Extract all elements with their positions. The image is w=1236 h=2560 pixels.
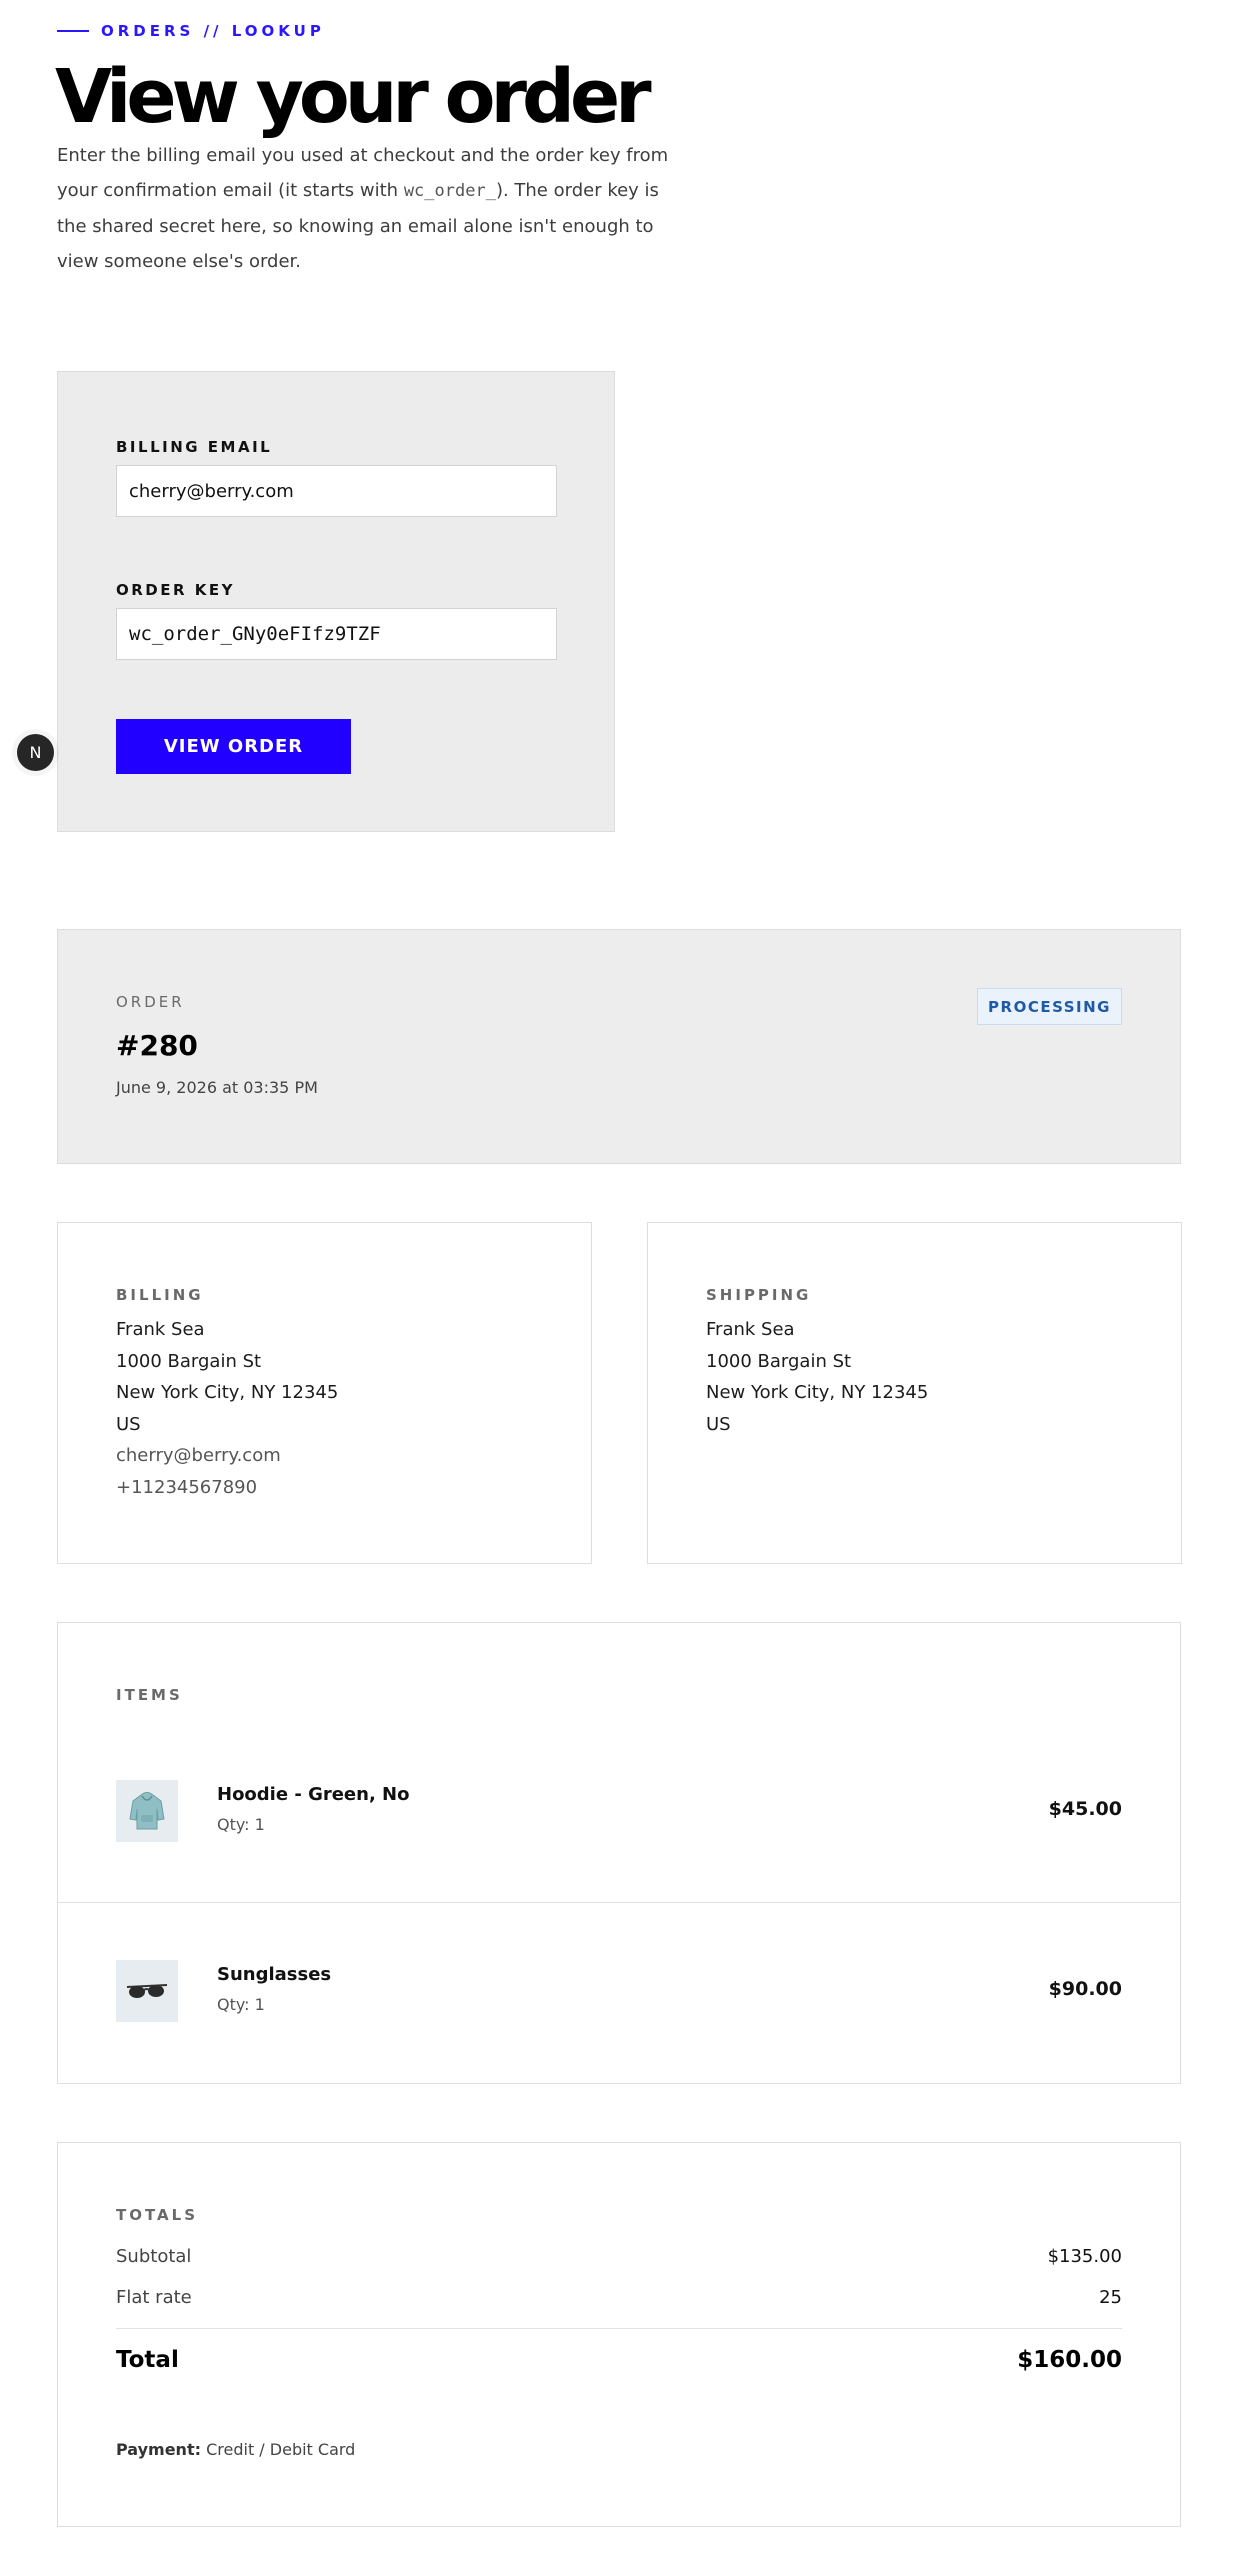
billing-heading: BILLING xyxy=(116,1286,204,1304)
shipping-heading: SHIPPING xyxy=(706,1286,812,1304)
items-card: ITEMS Hoodie - Green, No Qty: 1 $45.00 S… xyxy=(57,1622,1181,2084)
intro-code: wc_order_ xyxy=(403,181,496,201)
list-item: Hoodie - Green, No Qty: 1 $45.00 xyxy=(58,1723,1180,1903)
dev-tools-badge[interactable]: N xyxy=(17,734,54,771)
eyebrow-line xyxy=(57,30,89,32)
totals-divider xyxy=(116,2328,1122,2329)
order-label: ORDER xyxy=(116,993,185,1011)
lookup-form: BILLING EMAIL cherry@berry.com ORDER KEY… xyxy=(57,371,615,832)
hoodie-icon xyxy=(116,1780,178,1842)
item-name: Sunglasses xyxy=(217,1964,332,1985)
billing-address-card: BILLING Frank Sea 1000 Bargain St New Yo… xyxy=(57,1222,592,1564)
billing-name: Frank Sea xyxy=(116,1319,205,1340)
email-field[interactable]: cherry@berry.com xyxy=(116,465,557,517)
shipping-country: US xyxy=(706,1413,731,1435)
email-label: BILLING EMAIL xyxy=(116,438,273,456)
status-badge: PROCESSING xyxy=(977,988,1122,1025)
item-qty: Qty: 1 xyxy=(217,1995,265,2014)
subtotal-label: Subtotal xyxy=(116,2246,192,2267)
sunglasses-icon-svg xyxy=(126,1984,168,1998)
items-heading: ITEMS xyxy=(116,1686,183,1704)
billing-city: New York City, NY 12345 xyxy=(116,1382,339,1403)
subtotal-value: $135.00 xyxy=(1047,2246,1122,2267)
billing-street: 1000 Bargain St xyxy=(116,1350,262,1372)
shipping-address: Frank Sea 1000 Bargain St New York City,… xyxy=(706,1314,928,1440)
totals-card: TOTALS Subtotal $135.00 Flat rate 25 Tot… xyxy=(57,2142,1181,2527)
eyebrow-text: ORDERS // LOOKUP xyxy=(101,22,325,40)
dev-badge-letter: N xyxy=(29,743,42,762)
order-number: #280 xyxy=(116,1029,198,1062)
shipping-value: 25 xyxy=(1099,2287,1122,2308)
sunglasses-icon xyxy=(116,1960,178,2022)
total-row: Total $160.00 xyxy=(116,2347,1122,2373)
payment-label: Payment: xyxy=(116,2440,201,2459)
total-value: $160.00 xyxy=(1017,2347,1122,2373)
view-order-button[interactable]: VIEW ORDER xyxy=(116,719,351,774)
order-summary-card: ORDER #280 June 9, 2026 at 03:35 PM PROC… xyxy=(57,929,1181,1164)
breadcrumb: ORDERS // LOOKUP xyxy=(57,22,325,40)
item-qty: Qty: 1 xyxy=(217,1815,265,1834)
order-key-field[interactable]: wc_order_GNy0eFIfz9TZF xyxy=(116,608,557,660)
item-price: $45.00 xyxy=(1048,1798,1122,1820)
order-key-label: ORDER KEY xyxy=(116,581,236,599)
billing-phone: +11234567890 xyxy=(116,1476,258,1498)
billing-address: Frank Sea 1000 Bargain St New York City,… xyxy=(116,1314,338,1503)
totals-heading: TOTALS xyxy=(116,2206,199,2224)
shipping-row: Flat rate 25 xyxy=(116,2287,1122,2308)
shipping-name: Frank Sea xyxy=(706,1319,795,1340)
shipping-street: 1000 Bargain St xyxy=(706,1350,852,1372)
payment-value: Credit / Debit Card xyxy=(206,2440,356,2459)
item-price: $90.00 xyxy=(1048,1978,1122,2000)
billing-email: cherry@berry.com xyxy=(116,1445,281,1466)
shipping-city: New York City, NY 12345 xyxy=(706,1382,929,1403)
subtotal-row: Subtotal $135.00 xyxy=(116,2246,1122,2267)
list-item: Sunglasses Qty: 1 $90.00 xyxy=(58,1903,1180,2083)
shipping-address-card: SHIPPING Frank Sea 1000 Bargain St New Y… xyxy=(647,1222,1182,1564)
payment-method: Payment: Credit / Debit Card xyxy=(116,2440,355,2459)
order-date: June 9, 2026 at 03:35 PM xyxy=(116,1078,318,1097)
shipping-label: Flat rate xyxy=(116,2287,192,2308)
intro-text: Enter the billing email you used at chec… xyxy=(57,138,677,279)
hoodie-icon-svg xyxy=(129,1792,165,1830)
item-name: Hoodie - Green, No xyxy=(217,1784,410,1805)
total-label: Total xyxy=(116,2347,179,2373)
page-title: View your order xyxy=(55,54,652,140)
billing-country: US xyxy=(116,1413,141,1435)
